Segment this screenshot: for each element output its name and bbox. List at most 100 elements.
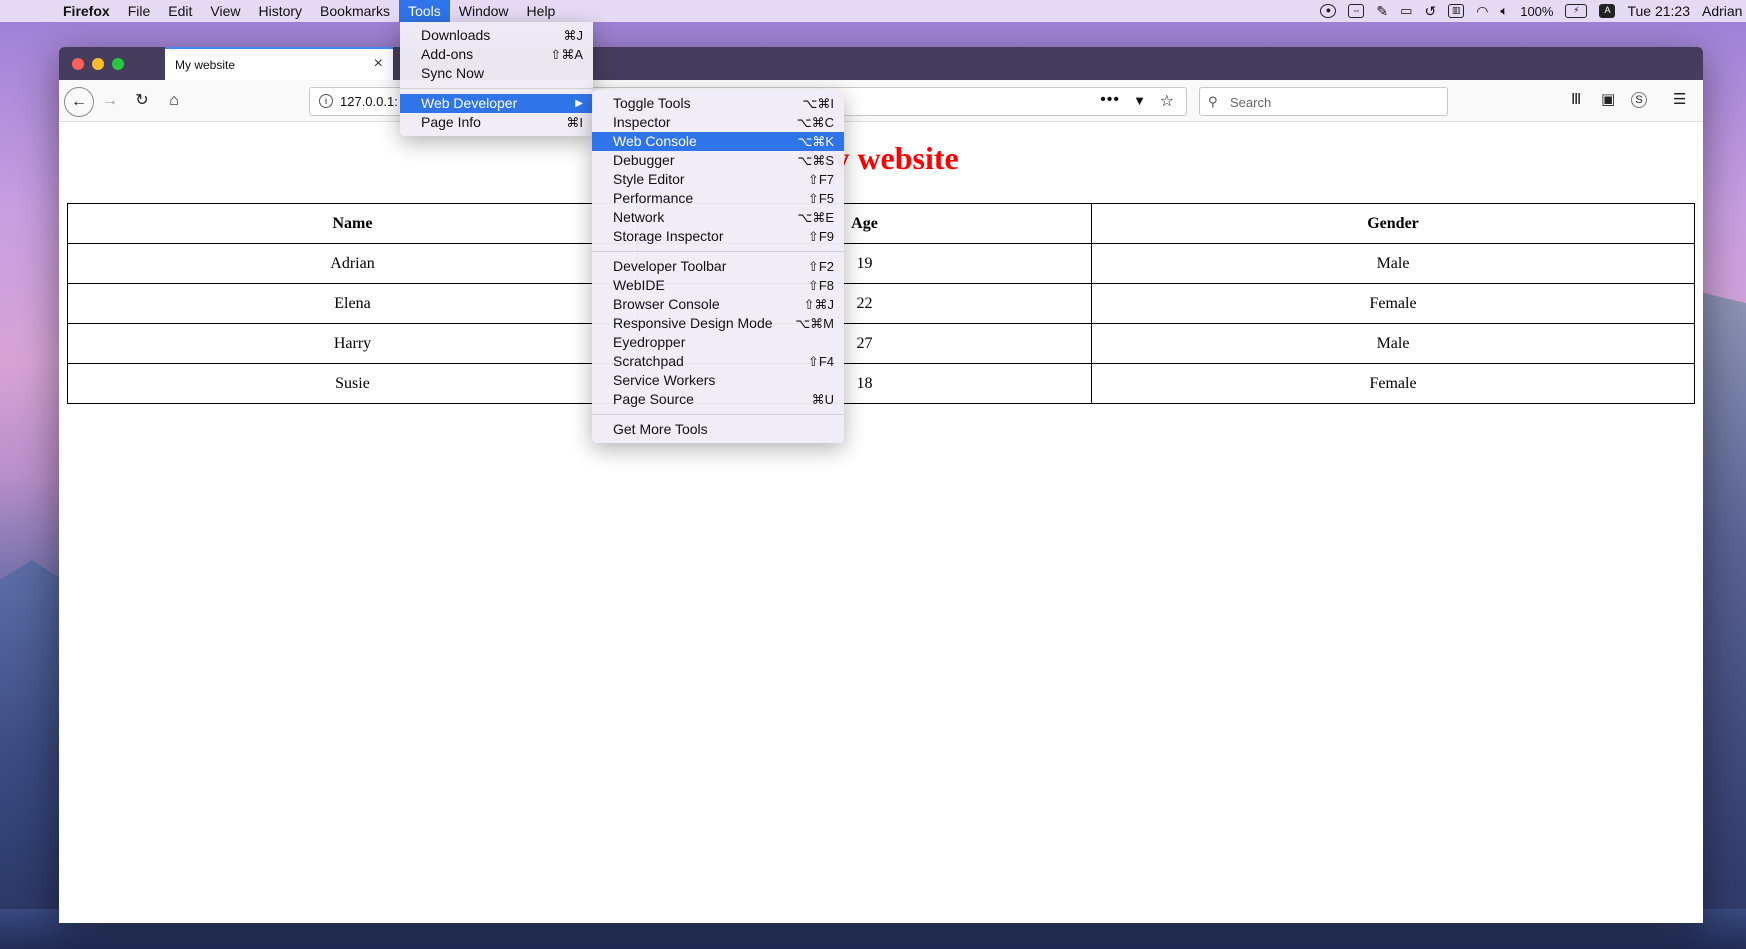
page-content: My website Name Age Gender Adrian 19 Mal…: [59, 122, 1703, 923]
menu-item-page-source[interactable]: Page Source ⌘U: [592, 390, 844, 409]
library-icon[interactable]: Ⅲ: [1571, 90, 1581, 108]
menu-item-shortcut: ⌥⌘I: [802, 96, 834, 111]
menu-item-label: Responsive Design Mode: [613, 315, 773, 331]
table-header-row: Name Age Gender: [67, 203, 1695, 244]
close-tab-icon[interactable]: ×: [374, 55, 383, 73]
menu-item-responsive-design-mode[interactable]: Responsive Design Mode ⌥⌘M: [592, 314, 844, 333]
menu-item-shortcut: ⌘J: [563, 28, 584, 43]
menu-item-shortcut: ⇧F2: [807, 259, 834, 274]
close-window-button[interactable]: [72, 58, 84, 70]
menu-view[interactable]: View: [201, 0, 249, 22]
pocket-icon[interactable]: ▼: [1133, 93, 1146, 108]
menu-item-performance[interactable]: Performance ⇧F5: [592, 189, 844, 208]
time-machine-icon[interactable]: ↺: [1424, 3, 1436, 20]
tab-my-website[interactable]: My website ×: [165, 47, 393, 80]
evernote-icon[interactable]: ✎: [1376, 3, 1388, 20]
menu-item-shortcut: ⌥⌘S: [797, 153, 834, 168]
menu-separator: [592, 414, 844, 415]
menu-item-shortcut: ⇧F9: [807, 229, 834, 244]
clock[interactable]: Tue 21:23: [1627, 3, 1690, 19]
menu-item-network[interactable]: Network ⌥⌘E: [592, 208, 844, 227]
table-row: Adrian 19 Male: [67, 243, 1695, 284]
menu-item-label: Debugger: [613, 152, 675, 168]
menu-item-label: Downloads: [421, 27, 491, 43]
menu-help[interactable]: Help: [518, 0, 565, 22]
menu-item-label: Scratchpad: [613, 353, 684, 369]
menu-item-shortcut: ⌥⌘K: [797, 134, 834, 149]
forward-button[interactable]: →: [99, 88, 121, 114]
airplay-icon[interactable]: ▭: [1400, 3, 1412, 19]
wifi-icon[interactable]: ◠: [1476, 3, 1488, 20]
menu-bar: Firefox File Edit View History Bookmarks…: [0, 0, 1746, 22]
menu-item-shortcut: ⇧F4: [807, 354, 834, 369]
page-actions-icon[interactable]: •••: [1100, 91, 1120, 109]
menu-item-webide[interactable]: WebIDE ⇧F8: [592, 276, 844, 295]
volume-icon[interactable]: 🔈︎: [1500, 3, 1508, 19]
menu-edit[interactable]: Edit: [159, 0, 201, 22]
cell-gender: Female: [1091, 283, 1695, 324]
menu-item-shortcut: ⌥⌘M: [795, 316, 834, 331]
reload-button[interactable]: ↻: [131, 88, 153, 114]
keyboard-icon[interactable]: ▥: [1448, 4, 1465, 18]
cell-name: Adrian: [67, 243, 638, 284]
sidebar-icon[interactable]: ▣: [1601, 90, 1615, 108]
site-info-icon[interactable]: i: [319, 94, 333, 108]
menu-item-scratchpad[interactable]: Scratchpad ⇧F4: [592, 352, 844, 371]
menu-item-toggle-tools[interactable]: Toggle Tools ⌥⌘I: [592, 94, 844, 113]
input-source-icon[interactable]: A: [1599, 4, 1616, 18]
people-table: Name Age Gender Adrian 19 Male Elena 22 …: [67, 203, 1695, 404]
menu-item-service-workers[interactable]: Service Workers: [592, 371, 844, 390]
zoom-window-button[interactable]: [112, 58, 124, 70]
tab-bar: My website ×: [59, 47, 1703, 80]
menu-item-label: Web Console: [613, 133, 697, 149]
search-input[interactable]: ⚲ Search: [1199, 87, 1448, 116]
menu-item-web-developer[interactable]: Web Developer ▶: [400, 94, 593, 113]
menu-item-get-more-tools[interactable]: Get More Tools: [592, 420, 844, 439]
menu-item-downloads[interactable]: Downloads ⌘J: [400, 26, 593, 45]
menu-item-shortcut: ⌘I: [566, 115, 583, 130]
minimize-window-button[interactable]: [92, 58, 104, 70]
cell-gender: Male: [1091, 243, 1695, 284]
menu-item-page-info[interactable]: Page Info ⌘I: [400, 113, 593, 132]
menu-item-shortcut: ⇧F5: [807, 191, 834, 206]
menu-item-debugger[interactable]: Debugger ⌥⌘S: [592, 151, 844, 170]
menu-file[interactable]: File: [119, 0, 160, 22]
battery-icon[interactable]: ⚡: [1565, 4, 1588, 18]
back-button[interactable]: ←: [64, 87, 94, 117]
bookmark-star-icon[interactable]: ☆: [1160, 91, 1174, 111]
menu-window[interactable]: Window: [450, 0, 518, 22]
menu-item-label: Eyedropper: [613, 334, 686, 350]
menu-item-inspector[interactable]: Inspector ⌥⌘C: [592, 113, 844, 132]
home-button[interactable]: ⌂: [163, 88, 185, 114]
hamburger-menu-icon[interactable]: ☰: [1673, 90, 1686, 108]
menu-history[interactable]: History: [249, 0, 311, 22]
cell-name: Susie: [67, 363, 638, 404]
menu-item-label: Sync Now: [421, 65, 485, 81]
cell-gender: Male: [1091, 323, 1695, 364]
menu-app-name[interactable]: Firefox: [54, 0, 119, 22]
menu-item-shortcut: ⌘U: [811, 392, 834, 407]
menu-item-style-editor[interactable]: Style Editor ⇧F7: [592, 170, 844, 189]
menu-tools[interactable]: Tools: [399, 0, 450, 22]
tab-title: My website: [175, 58, 236, 72]
menu-item-developer-toolbar[interactable]: Developer Toolbar ⇧F2: [592, 257, 844, 276]
teamviewer-icon[interactable]: ⇔: [1348, 4, 1365, 18]
url-text: 127.0.0.1:: [340, 94, 398, 109]
menu-item-eyedropper[interactable]: Eyedropper: [592, 333, 844, 352]
nav-toolbar: ← → ↻ ⌂ i 127.0.0.1: ••• ▼ ☆ ⚲ Search Ⅲ …: [59, 80, 1703, 122]
menu-item-storage-inspector[interactable]: Storage Inspector ⇧F9: [592, 227, 844, 246]
menu-item-browser-console[interactable]: Browser Console ⇧⌘J: [592, 295, 844, 314]
menu-item-shortcut: ⌥⌘C: [796, 115, 834, 130]
menu-item-sync-now[interactable]: Sync Now: [400, 64, 593, 83]
menu-separator: [400, 88, 593, 89]
sync-account-icon[interactable]: S: [1631, 92, 1647, 108]
page-title: My website: [803, 140, 959, 176]
menu-bookmarks[interactable]: Bookmarks: [311, 0, 399, 22]
menu-item-web-console[interactable]: Web Console ⌥⌘K: [592, 132, 844, 151]
menu-item-label: Add-ons: [421, 46, 474, 62]
tools-menu: Downloads ⌘J Add-ons ⇧⌘A Sync Now Web Deve…: [400, 22, 593, 136]
user-name[interactable]: Adrian: [1702, 3, 1746, 19]
menu-item-add-ons[interactable]: Add-ons ⇧⌘A: [400, 45, 593, 64]
table-row: Elena 22 Female: [67, 283, 1695, 324]
record-icon[interactable]: ●: [1320, 4, 1337, 18]
